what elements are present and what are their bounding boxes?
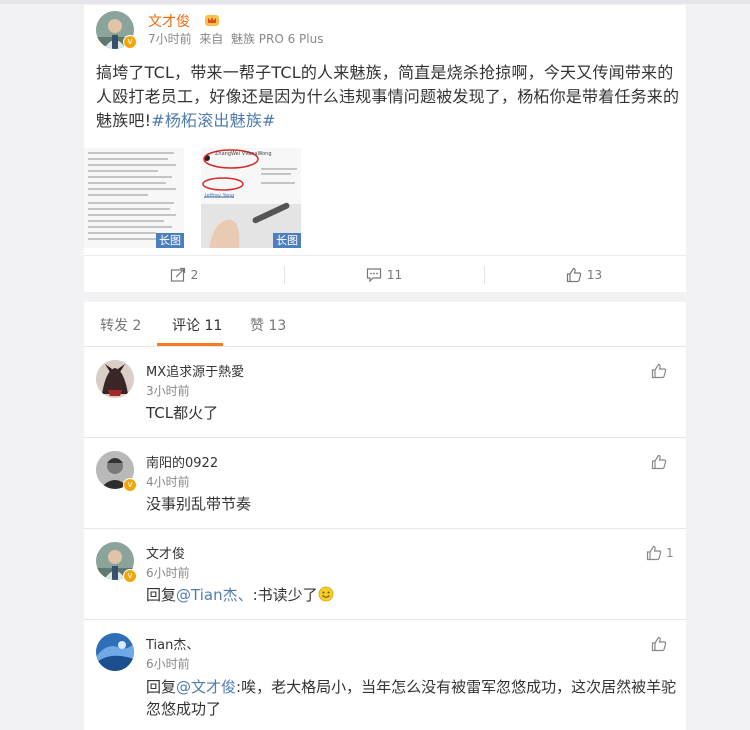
comment-time: 6小时前 [146, 566, 190, 580]
comment-item: MX追求源于熱愛 3小时前 TCL都火了 [84, 347, 686, 438]
comment-item: v 南阳的0922 4小时前 没事别乱带节奏 [84, 438, 686, 529]
post-action-bar: 2 11 13 [84, 255, 686, 293]
tab-likes[interactable]: 赞 13 [250, 315, 286, 335]
post-image-2[interactable]: ZhangWei VVanaWong Jeffrey Yang 长图 [201, 148, 301, 248]
post-source: 魅族 PRO 6 Plus [230, 32, 324, 46]
comment-tabs: 转发 2 评论 11 赞 13 [84, 302, 686, 347]
comment-icon [366, 267, 381, 282]
tab-comments[interactable]: 评论 11 [172, 315, 222, 335]
comment-text: 回复@文才俊:唉，老大格局小，当年怎么没有被雷军忽悠成功，这次居然被羊驼忽悠成功… [146, 676, 686, 720]
reply-prefix: 回复 [146, 678, 177, 696]
comment-count: 11 [386, 267, 403, 282]
like-button[interactable]: 13 [484, 256, 684, 293]
post-content: 搞垮了TCL，带来一帮子TCL的人来魅族，简直是烧杀抢掠啊，今天又传闻带来的人殴… [96, 61, 681, 133]
comment-text: 回复@Tian杰、:书读少了 [146, 584, 676, 606]
thumbs-up-icon [651, 636, 667, 652]
screenshot-username: ZhangWei VVanaWong [215, 151, 272, 157]
mention-link[interactable]: @文才俊 [176, 678, 236, 696]
verified-badge-icon: v [123, 35, 137, 49]
verified-badge-icon: v [123, 569, 137, 583]
tab-repost[interactable]: 转发 2 [100, 315, 141, 335]
comment-item: v 文才俊 6小时前 回复@Tian杰、:书读少了 1 [84, 529, 686, 620]
comment-text: 没事别乱带节奏 [146, 495, 252, 513]
post-image-1[interactable]: 长图 [84, 148, 184, 248]
commenter-name[interactable]: MX追求源于熱愛 [146, 361, 244, 380]
comment-time: 3小时前 [146, 384, 190, 398]
vip-crown-icon[interactable] [204, 12, 220, 31]
comment-like-count: 1 [666, 546, 674, 560]
smile-emoji-icon [318, 586, 334, 602]
comment-like-button[interactable] [651, 636, 671, 652]
thumbs-up-icon [646, 545, 662, 561]
source-prefix: 来自 [199, 32, 224, 46]
commenter-avatar[interactable] [96, 360, 134, 398]
comment-time: 4小时前 [146, 475, 190, 489]
repost-count: 2 [190, 267, 199, 282]
thumbs-up-icon [651, 454, 667, 470]
reply-prefix: 回复 [146, 586, 177, 604]
long-image-badge: 长图 [273, 233, 301, 248]
commenter-name[interactable]: Tian杰、 [146, 634, 199, 653]
commenter-avatar[interactable] [96, 633, 134, 671]
comment-item: Tian杰、 6小时前 回复@文才俊:唉，老大格局小，当年怎么没有被雷军忽悠成功… [84, 620, 686, 730]
repost-icon [170, 267, 185, 282]
reply-text: :书读少了 [252, 586, 318, 604]
top-border [0, 0, 750, 4]
active-tab-indicator [157, 343, 223, 346]
comments-section: 转发 2 评论 11 赞 13 MX追求源于熱愛 3小时前 TCL都火了 v 南… [84, 302, 686, 730]
like-count: 13 [586, 267, 603, 282]
post-author-name[interactable]: 文才俊 [148, 11, 190, 31]
comment-time: 6小时前 [146, 657, 190, 671]
post-time[interactable]: 7小时前 [148, 32, 192, 46]
thumbs-up-icon [651, 363, 667, 379]
avatar-image [96, 360, 134, 398]
comment-text: TCL都火了 [146, 404, 219, 422]
thumbs-up-icon [566, 267, 582, 282]
verified-badge-icon: v [123, 478, 137, 492]
post-meta: 7小时前 来自 魅族 PRO 6 Plus [148, 30, 323, 47]
comment-like-button[interactable]: 1 [646, 545, 674, 561]
comment-like-button[interactable] [651, 363, 671, 379]
commenter-name[interactable]: 文才俊 [146, 543, 185, 562]
hashtag-link[interactable]: #杨柘滚出魅族# [151, 111, 275, 130]
mention-link[interactable]: @Tian杰、 [176, 586, 253, 604]
long-image-badge: 长图 [156, 233, 184, 248]
weibo-post: v 文才俊 7小时前 来自 魅族 PRO 6 Plus 搞垮了TCL，带来一帮子… [84, 5, 686, 292]
commenter-name[interactable]: 南阳的0922 [146, 452, 218, 471]
comment-button[interactable]: 11 [284, 256, 484, 293]
screenshot-username-2: Jeffrey Yang [205, 193, 235, 199]
repost-button[interactable]: 2 [84, 256, 284, 293]
avatar-image [96, 633, 134, 671]
comment-like-button[interactable] [651, 454, 671, 470]
